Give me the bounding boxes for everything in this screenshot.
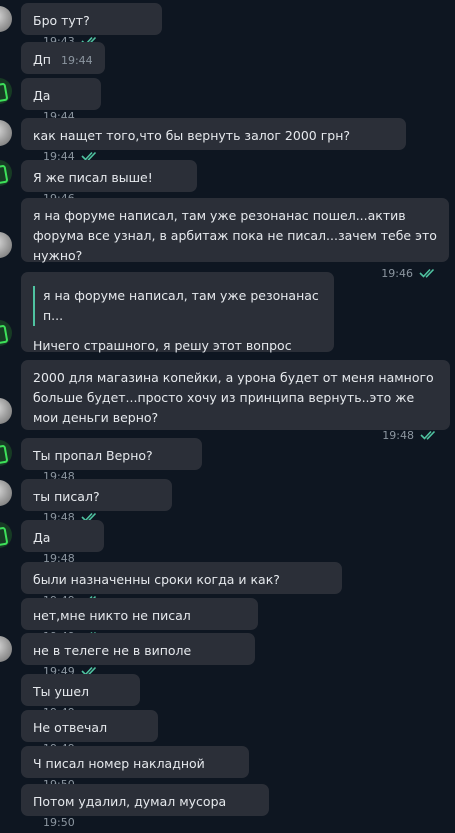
- message-bubble[interactable]: Да19:48: [21, 520, 104, 565]
- message-bubble[interactable]: я на форуме написал, там уже резонанас п…: [21, 272, 334, 373]
- avatar[interactable]: [0, 78, 12, 104]
- message-meta: 19:44: [61, 51, 93, 71]
- avatar[interactable]: [0, 398, 12, 424]
- message-time: 19:50: [43, 816, 75, 829]
- message-text: Ничего страшного, я решу этот вопрос: [33, 338, 292, 353]
- message-text: Не отвечал: [33, 720, 108, 735]
- message-text: Да: [33, 530, 51, 545]
- reply-quote[interactable]: я на форуме написал, там уже резонанас п…: [33, 286, 322, 326]
- message-time: 19:44: [60, 54, 93, 67]
- message-bubble[interactable]: Дп 19:44: [21, 42, 105, 74]
- message-bubble[interactable]: как нащет того,что бы вернуть залог 2000…: [21, 118, 406, 163]
- double-check-icon: [420, 430, 438, 440]
- message-text: Ты ушел: [33, 684, 89, 699]
- message-text: Ч писал номер накладной: [33, 756, 205, 771]
- message-bubble[interactable]: я на форуме написал, там уже резонанас п…: [21, 198, 449, 280]
- message-text: Потом удалил, думал мусора: [33, 794, 227, 809]
- message-bubble[interactable]: Ты ушел19:49: [21, 674, 140, 719]
- message-text: Бро тут?: [33, 13, 90, 28]
- avatar[interactable]: [0, 440, 12, 466]
- avatar[interactable]: [0, 320, 12, 346]
- message-text: как нащет того,что бы вернуть залог 2000…: [33, 128, 351, 143]
- avatar[interactable]: [0, 636, 12, 662]
- message-text: не в телеге не в виполе: [33, 643, 192, 658]
- message-text: нет,мне никто не писал: [33, 608, 191, 623]
- message-bubble[interactable]: не в телеге не в виполе19:49: [21, 633, 255, 678]
- message-bubble[interactable]: Да19:44: [21, 78, 101, 123]
- message-time: 19:48: [382, 429, 414, 442]
- avatar[interactable]: [0, 522, 12, 548]
- message-bubble[interactable]: Ч писал номер накладной19:50: [21, 746, 249, 791]
- message-time: 19:46: [381, 267, 413, 280]
- message-bubble[interactable]: Потом удалил, думал мусора 19:50: [21, 784, 269, 829]
- message-bubble[interactable]: ты писал?19:48: [21, 479, 172, 524]
- avatar[interactable]: [0, 160, 12, 186]
- message-text: были назначенны сроки когда и как?: [33, 572, 280, 587]
- message-bubble[interactable]: Ты пропал Верно?19:48: [21, 438, 202, 483]
- message-text: Ты пропал Верно?: [33, 448, 153, 463]
- message-text: Дп: [33, 52, 51, 67]
- avatar[interactable]: [0, 6, 12, 32]
- message-bubble[interactable]: были назначенны сроки когда и как?19:49: [21, 562, 342, 607]
- avatar[interactable]: [0, 480, 12, 506]
- message-bubble[interactable]: 2000 для магазина копейки, а урона будет…: [21, 360, 450, 442]
- double-check-icon: [419, 268, 437, 278]
- message-text: 2000 для магазина копейки, а урона будет…: [33, 370, 434, 425]
- message-meta: 19:50: [43, 813, 75, 833]
- chat-history[interactable]: Бро тут?19:43 Дп 19:44 Да19:44 как нащет тог…: [0, 0, 455, 829]
- message-text: Я же писал выше!: [33, 170, 153, 185]
- avatar[interactable]: [0, 232, 12, 258]
- message-text: я на форуме написал, там уже резонанас п…: [33, 208, 437, 263]
- avatar[interactable]: [0, 120, 12, 146]
- message-bubble[interactable]: Бро тут?19:43: [21, 3, 162, 48]
- message-bubble[interactable]: Я же писал выше!19:46: [21, 160, 197, 205]
- message-text: Да: [33, 88, 51, 103]
- message-text: ты писал?: [33, 489, 100, 504]
- message-bubble[interactable]: нет,мне никто не писал19:49: [21, 598, 258, 643]
- message-bubble[interactable]: Не отвечал19:49: [21, 710, 158, 755]
